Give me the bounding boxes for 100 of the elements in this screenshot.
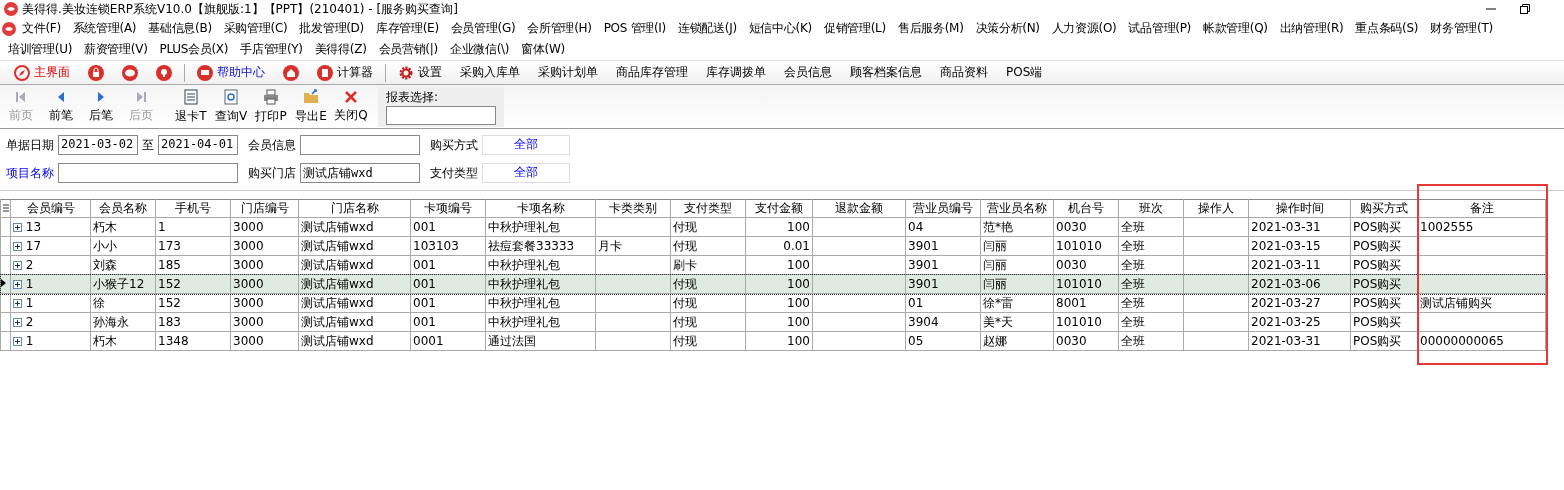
column-header[interactable]: 门店名称 [298,199,411,218]
quick-link[interactable]: 顾客档案信息 [842,64,930,81]
settings-icon[interactable] [398,64,414,81]
menu-item[interactable]: 会所管理(H) [521,20,598,37]
menu-item[interactable]: 美得得(Z) [308,41,373,58]
column-header[interactable]: 会员名称 [90,199,156,218]
toolbar-button[interactable]: 查询V [212,88,250,125]
menu-item[interactable]: 窗体(W) [515,41,571,58]
menu-item[interactable]: POS 管理(I) [597,20,672,37]
toolbar-button[interactable]: 关闭Q [332,89,370,124]
menu-item[interactable]: 试品管理(P) [1122,20,1197,37]
expand-icon[interactable] [13,318,22,327]
menu-item[interactable]: 人力资源(O) [1045,20,1123,37]
menu-item[interactable]: 帐款管理(Q) [1197,20,1274,37]
table-cell: 闫丽 [983,257,1007,272]
table-cell: 刷卡 [673,257,697,272]
column-header[interactable]: 支付金额 [745,199,813,218]
table-cell: 付现 [673,333,697,348]
item-name-link[interactable]: 项目名称 [6,164,54,182]
column-header[interactable]: 营业员编号 [905,199,981,218]
monitor-icon[interactable] [197,64,213,81]
quick-link[interactable]: POS端 [998,64,1051,81]
menu-item[interactable]: 批发管理(D) [293,20,370,37]
column-header[interactable]: 购买方式 [1350,199,1418,218]
menu-item[interactable]: 库存管理(E) [369,20,445,37]
column-header[interactable]: 营业员名称 [980,199,1054,218]
expand-icon[interactable] [13,242,22,251]
expand-icon[interactable] [13,337,22,346]
menu-item[interactable]: 基础信息(B) [142,20,218,37]
store-field[interactable]: 测试店铺wxd [300,163,420,183]
quick-link[interactable]: 主界面 [6,64,78,81]
home-icon[interactable] [283,64,299,81]
toolbar-button[interactable]: 退卡T [172,88,210,125]
column-header[interactable]: 会员编号 [10,199,91,218]
toolbar-button[interactable]: 导出E [292,88,330,125]
expand-icon[interactable] [13,280,22,289]
column-header[interactable]: 班次 [1118,199,1184,218]
column-header[interactable]: 手机号 [155,199,231,218]
pay-type-select[interactable]: 全部 [482,163,570,183]
menu-item[interactable]: 会员管理(G) [444,20,522,37]
quick-link[interactable]: 帮助中心 [189,64,273,81]
menu-item[interactable]: 出纳管理(R) [1273,20,1350,37]
menu-item[interactable]: 手店管理(Y) [234,41,309,58]
expand-icon[interactable] [13,261,22,270]
menu-item[interactable]: 决策分析(N) [969,20,1046,37]
quick-link[interactable]: 采购入库单 [452,64,528,81]
toolbar-button[interactable]: 打印P [252,88,290,125]
toolbar-button[interactable]: 后笔 [82,89,120,124]
quick-link[interactable]: 设置 [390,64,450,81]
member-field[interactable] [300,135,420,155]
column-header[interactable]: 门店编号 [230,199,299,218]
column-header[interactable]: 卡类类别 [595,199,671,218]
table-cell: 测试店铺wxd [301,314,374,329]
menu-item[interactable]: 重点条码(S) [1349,20,1425,37]
toolbar-button[interactable]: 前笔 [42,89,80,124]
column-menu-icon[interactable] [2,203,9,213]
lock-icon[interactable] [88,64,104,81]
column-header[interactable]: 操作时间 [1248,199,1351,218]
table-cell: 3000 [233,334,264,348]
menu-item[interactable]: 薪资管理(V) [78,41,154,58]
menu-item[interactable]: 系统管理(A) [66,20,143,37]
column-header[interactable]: 备注 [1417,199,1546,218]
menu-item[interactable]: 短信中心(K) [742,20,818,37]
column-header[interactable]: 卡项编号 [410,199,486,218]
table-cell: 101010 [1056,277,1102,291]
quick-link[interactable]: 采购计划单 [530,64,606,81]
menu-item[interactable]: 售后服务(M) [891,20,970,37]
menu-item[interactable]: 企业微信(\) [443,41,516,58]
column-header[interactable]: 操作人 [1183,199,1249,218]
calculator-icon[interactable] [317,64,333,81]
column-header[interactable]: 机台号 [1053,199,1119,218]
quick-link[interactable]: 计算器 [309,64,381,81]
chat-icon[interactable] [122,64,138,81]
table-cell: 173 [158,239,181,253]
quick-link[interactable]: 商品资料 [932,64,996,81]
table-cell: POS购买 [1353,238,1402,253]
quick-link[interactable]: 会员信息 [776,64,840,81]
menu-item[interactable]: 培训管理(U) [2,41,79,58]
column-header[interactable]: 卡项名称 [485,199,596,218]
menu-item[interactable]: PLUS会员(X) [153,41,235,58]
menu-item[interactable]: 采购管理(C) [217,20,294,37]
expand-icon[interactable] [13,223,22,232]
report-select-field[interactable] [386,105,496,125]
buy-method-select[interactable]: 全部 [482,135,570,155]
quick-link[interactable]: 库存调拨单 [698,64,774,81]
expand-icon[interactable] [13,299,22,308]
menu-item[interactable]: 文件(F) [16,20,67,37]
menu-item[interactable]: 连锁配送(J) [672,20,743,37]
restore-icon[interactable] [1520,4,1530,14]
date-field[interactable]: 2021-04-01 [158,135,238,155]
table-row[interactable]: 1 小猴子12 152 3000 测试店铺wxd 001 中秋护理礼包 付现 100 3901 闫丽 101010 全班 2021-03-06 POS购买 [0,274,1546,294]
menu-item[interactable]: 财务管理(T) [1424,20,1499,37]
menu-item[interactable]: 会员营销(|) [372,41,444,58]
quick-link[interactable]: 商品库存管理 [608,64,696,81]
column-header[interactable]: 退款金额 [812,199,906,218]
item-name-field[interactable] [58,163,238,183]
bulb-icon[interactable] [156,64,172,81]
menu-item[interactable]: 促销管理(L) [817,20,892,37]
column-header[interactable]: 支付类型 [670,199,746,218]
date-field[interactable]: 2021-03-02 [58,135,138,155]
